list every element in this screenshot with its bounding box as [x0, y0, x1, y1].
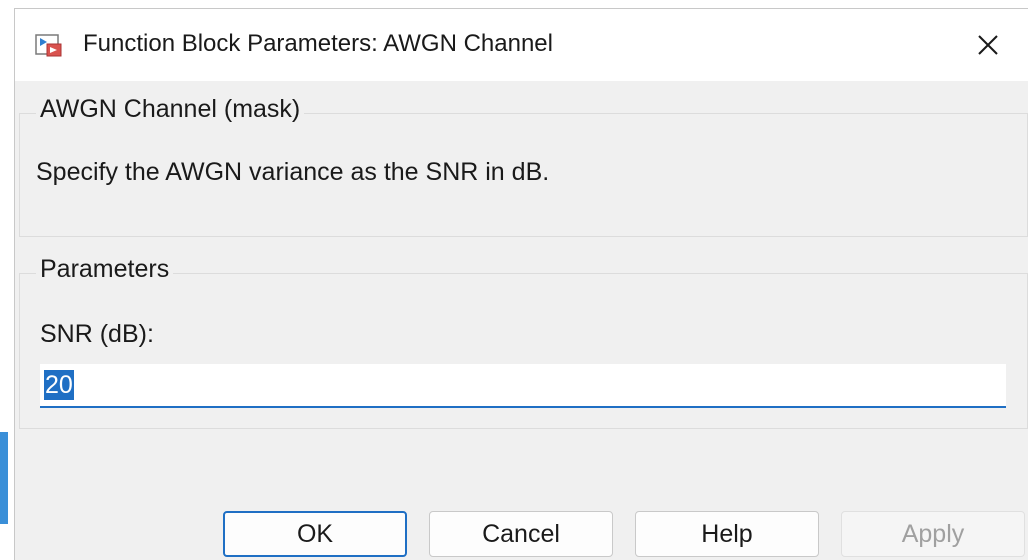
window-title: Function Block Parameters: AWGN Channel [83, 30, 553, 57]
snr-label: SNR (dB): [40, 320, 154, 348]
snr-input[interactable]: 20 [40, 364, 1006, 408]
parameters-group: Parameters SNR (dB): 20 [19, 255, 1028, 429]
simulink-block-icon [35, 34, 62, 57]
background-window-edge [0, 432, 8, 524]
parameters-group-title: Parameters [36, 255, 174, 284]
close-icon [978, 35, 998, 55]
mask-group-title: AWGN Channel (mask) [36, 95, 305, 124]
apply-button[interactable]: Apply [841, 511, 1025, 557]
help-button[interactable]: Help [635, 511, 819, 557]
title-bar[interactable]: Function Block Parameters: AWGN Channel [15, 9, 1028, 81]
close-button[interactable] [970, 27, 1006, 63]
cancel-button[interactable]: Cancel [429, 511, 613, 557]
snr-input-value: 20 [44, 370, 74, 400]
ok-button[interactable]: OK [223, 511, 407, 557]
mask-description-group: AWGN Channel (mask) Specify the AWGN var… [19, 95, 1028, 237]
mask-description-text: Specify the AWGN variance as the SNR in … [36, 158, 550, 186]
parameters-dialog: Function Block Parameters: AWGN Channel … [14, 8, 1028, 560]
